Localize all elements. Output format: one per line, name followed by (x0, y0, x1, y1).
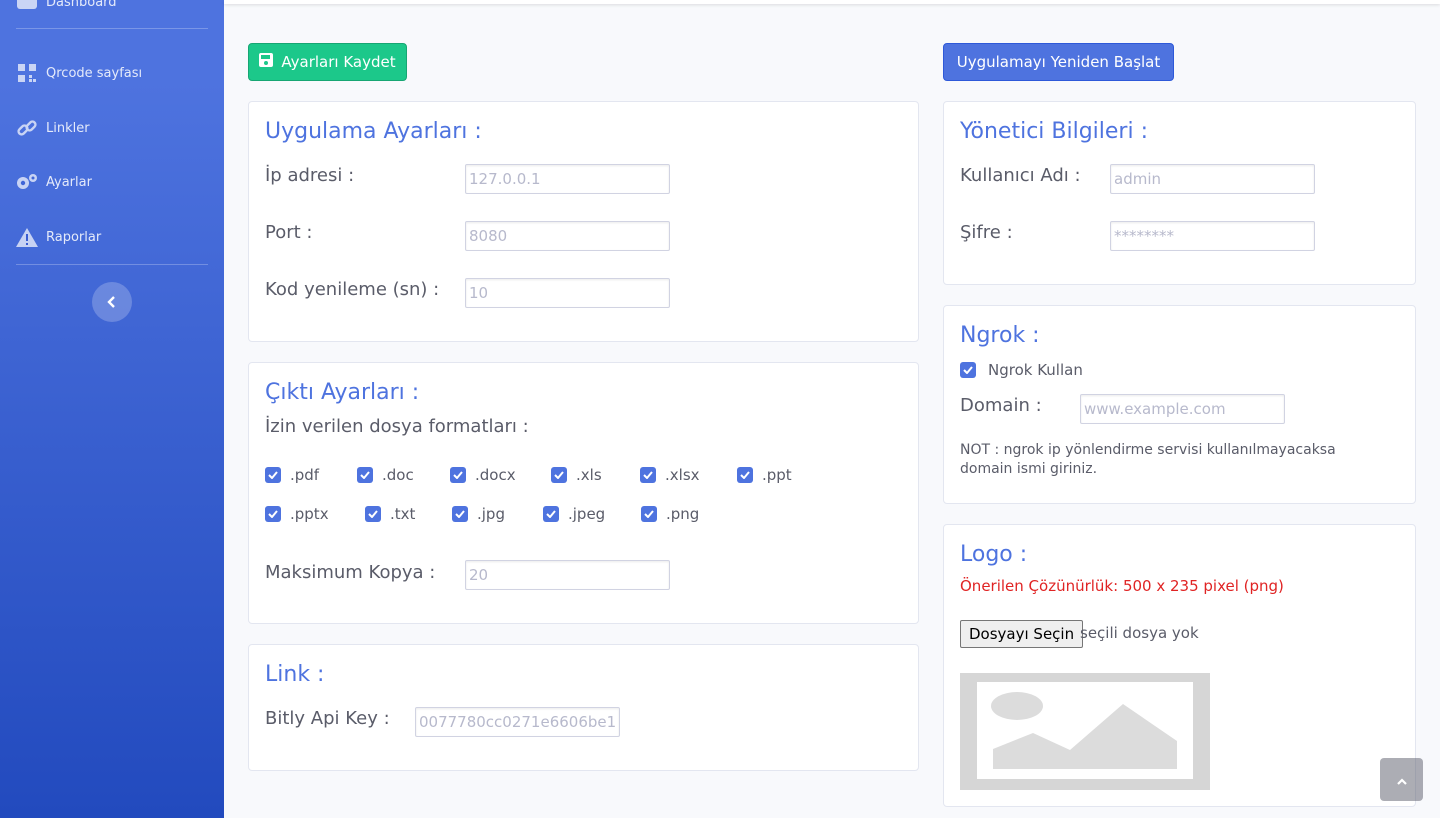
ngrok-use-label: Ngrok Kullan (988, 361, 1083, 379)
sidebar-item-links[interactable]: Linkler (16, 118, 90, 138)
card-title: Link : (265, 662, 325, 687)
bitly-label: Bitly Api Key : (265, 708, 390, 729)
password-label: Şifre : (960, 222, 1013, 243)
username-label: Kullanıcı Adı : (960, 165, 1081, 186)
formats-label: İzin verilen dosya formatları : (265, 416, 529, 437)
chevron-up-icon (1396, 770, 1408, 789)
format-label: .xls (576, 466, 602, 484)
format-checkbox-txt[interactable]: .txt (365, 505, 415, 523)
card-title: Yönetici Bilgileri : (960, 119, 1148, 144)
format-label: .jpeg (568, 505, 606, 523)
sidebar-item-settings[interactable]: Ayarlar (16, 172, 92, 192)
link-card: Link : Bitly Api Key : (248, 644, 919, 771)
ngrok-card: Ngrok : Ngrok Kullan Domain : NOT : ngro… (943, 305, 1416, 504)
card-title: Uygulama Ayarları : (265, 119, 482, 144)
warning-icon (16, 227, 38, 247)
sidebar-divider (16, 28, 208, 29)
format-checkbox-xlsx[interactable]: .xlsx (640, 466, 700, 484)
format-checkbox-pdf[interactable]: .pdf (265, 466, 319, 484)
checkmark-icon (365, 506, 381, 522)
port-label: Port : (265, 222, 313, 243)
sidebar-item-qrcode[interactable]: Qrcode sayfası (16, 63, 142, 83)
checkmark-icon (265, 506, 281, 522)
dashboard-icon (16, 0, 38, 12)
checkmark-icon (357, 467, 373, 483)
format-label: .docx (475, 466, 516, 484)
domain-input[interactable] (1080, 394, 1285, 424)
ip-input[interactable] (465, 164, 670, 194)
bitly-api-key-input[interactable] (415, 707, 620, 737)
sidebar-divider (16, 264, 208, 265)
format-label: .png (666, 505, 700, 523)
checkmark-icon (265, 467, 281, 483)
format-label: .jpg (477, 505, 505, 523)
checkmark-icon (641, 506, 657, 522)
sidebar-item-reports[interactable]: Raporlar (16, 227, 101, 247)
checkmark-icon (543, 506, 559, 522)
port-input[interactable] (465, 221, 670, 251)
format-label: .pdf (290, 466, 320, 484)
card-title: Logo : (960, 542, 1028, 567)
logo-preview-image (960, 673, 1210, 790)
format-label: .txt (390, 505, 416, 523)
link-icon (16, 118, 38, 138)
card-title: Ngrok : (960, 323, 1040, 348)
checkmark-icon (737, 467, 753, 483)
checkmark-icon (640, 467, 656, 483)
topbar (224, 0, 1440, 4)
format-checkbox-jpeg[interactable]: .jpeg (543, 505, 605, 523)
ip-label: İp adresi : (265, 165, 355, 186)
format-label: .pptx (290, 505, 329, 523)
checkmark-icon (551, 467, 567, 483)
admin-card: Yönetici Bilgileri : Kullanıcı Adı : Şif… (943, 101, 1416, 285)
choose-file-button[interactable]: Dosyayı Seçin (960, 620, 1084, 648)
format-checkbox-jpg[interactable]: .jpg (452, 505, 505, 523)
format-checkbox-pptx[interactable]: .pptx (265, 505, 329, 523)
checkmark-icon (960, 362, 976, 378)
logo-card: Logo : Önerilen Çözünürlük: 500 x 235 pi… (943, 524, 1416, 807)
card-title: Çıktı Ayarları : (265, 380, 420, 405)
format-checkbox-doc[interactable]: .doc (357, 466, 414, 484)
format-checkbox-xls[interactable]: .xls (551, 466, 602, 484)
max-copy-input[interactable] (465, 560, 670, 590)
checkmark-icon (450, 467, 466, 483)
image-placeholder-icon (977, 682, 1193, 779)
ngrok-use-checkbox[interactable]: Ngrok Kullan (960, 361, 1083, 379)
format-checkbox-png[interactable]: .png (641, 505, 699, 523)
domain-label: Domain : (960, 395, 1042, 416)
refresh-input[interactable] (465, 278, 670, 308)
sidebar-item-label: Ayarlar (46, 174, 92, 190)
scroll-to-top-button[interactable] (1380, 758, 1423, 801)
format-label: .xlsx (665, 466, 700, 484)
save-label: Ayarları Kaydet (281, 53, 396, 71)
sidebar: Dashboard Qrcode sayfası Linkler Ayarlar… (0, 0, 224, 818)
chevron-left-icon (107, 293, 117, 312)
refresh-label: Kod yenileme (sn) : (265, 279, 440, 300)
app-settings-card: Uygulama Ayarları : İp adresi : Port : K… (248, 101, 919, 342)
save-settings-button[interactable]: Ayarları Kaydet (248, 43, 407, 81)
sidebar-item-label: Linkler (46, 120, 90, 136)
gears-icon (16, 172, 38, 192)
logo-resolution-hint: Önerilen Çözünürlük: 500 x 235 pixel (pn… (960, 577, 1284, 595)
sidebar-item-label: Raporlar (46, 229, 102, 245)
sidebar-toggle-button[interactable] (92, 282, 132, 322)
output-settings-card: Çıktı Ayarları : İzin verilen dosya form… (248, 362, 919, 624)
file-status-text: seçili dosya yok (1080, 624, 1199, 642)
format-label: .doc (382, 466, 414, 484)
format-checkbox-ppt[interactable]: .ppt (737, 466, 792, 484)
restart-app-button[interactable]: Uygulamayı Yeniden Başlat (943, 43, 1174, 81)
max-copy-label: Maksimum Kopya : (265, 562, 436, 583)
qrcode-icon (16, 63, 38, 83)
username-input[interactable] (1110, 164, 1315, 194)
floppy-disk-icon (259, 53, 274, 71)
sidebar-item-dashboard[interactable]: Dashboard (16, 0, 117, 12)
sidebar-item-label: Qrcode sayfası (46, 65, 143, 81)
sidebar-item-label: Dashboard (46, 0, 117, 10)
ngrok-note: NOT : ngrok ip yönlendirme servisi kulla… (960, 442, 1336, 477)
format-checkbox-docx[interactable]: .docx (450, 466, 516, 484)
checkmark-icon (452, 506, 468, 522)
password-input[interactable] (1110, 221, 1315, 251)
restart-label: Uygulamayı Yeniden Başlat (956, 53, 1161, 71)
format-label: .ppt (762, 466, 792, 484)
